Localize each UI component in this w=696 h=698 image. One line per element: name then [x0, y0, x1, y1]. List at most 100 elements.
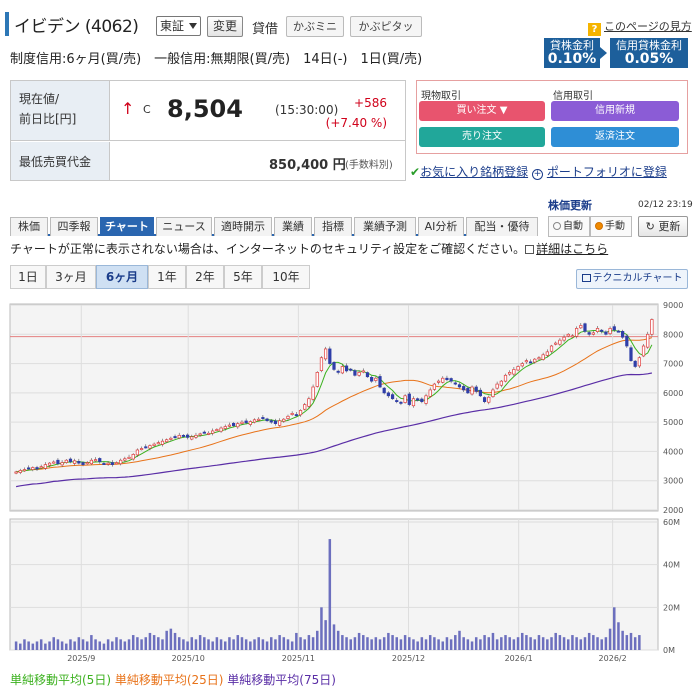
volume-tick-label: 40M: [663, 561, 680, 570]
tab-earnings[interactable]: 業績: [274, 217, 312, 236]
volume-bar: [165, 630, 168, 650]
volume-bar: [600, 639, 603, 650]
tab-disclosure[interactable]: 適時開示: [214, 217, 272, 236]
current-price: 8,504: [167, 95, 243, 123]
period-3m[interactable]: 3ヶ月: [46, 265, 96, 289]
tab-indicators[interactable]: 指標: [314, 217, 352, 236]
volume-bar: [35, 641, 39, 650]
tab-price[interactable]: 株価: [10, 217, 48, 236]
min-trade-row: 最低売買代金 850,400 円 (手数料別): [11, 142, 405, 180]
volume-bar: [31, 643, 35, 650]
refresh-button[interactable]: ↻ 更新: [638, 216, 688, 237]
volume-bar: [253, 639, 256, 650]
period-1y[interactable]: 1年: [148, 265, 186, 289]
volume-bar: [316, 630, 319, 650]
period-6m[interactable]: 6ヶ月: [96, 265, 148, 289]
candle-body: [64, 459, 68, 463]
external-link-icon: [525, 245, 535, 254]
up-arrow-icon: ↑: [121, 99, 135, 118]
candle-body: [637, 357, 641, 367]
candle-body: [420, 398, 424, 402]
candle-body: [600, 329, 604, 332]
candle-body: [349, 368, 353, 371]
help-link[interactable]: ? このページの見方: [588, 18, 692, 36]
stock-chart: 9000 8000 7000 6000 5000 4000 3000 2000 60M 40M 20…: [9, 301, 683, 663]
candle-body: [591, 332, 595, 335]
candle-body: [139, 448, 144, 451]
candle-body: [344, 365, 349, 372]
volume-bar: [495, 639, 499, 650]
period-10y[interactable]: 10年: [262, 265, 310, 289]
current-price-row: 現在値/前日比[円] ↑ C 8,504 (15:30:00) +586 (+7.…: [11, 81, 405, 141]
volume-bar: [311, 637, 315, 650]
candle-body: [27, 467, 31, 470]
volume-bar: [428, 635, 432, 650]
legend-ma5: 単純移動平均(5日): [10, 673, 111, 687]
volume-bar: [571, 635, 574, 650]
trade-panel: 現物取引 信用取引 買い注文 ▼ 信用新規 売り注文 返済注文: [416, 80, 688, 154]
volume-bar: [152, 635, 156, 650]
candle-body: [131, 454, 135, 460]
period-5y[interactable]: 5年: [224, 265, 262, 289]
candle-body: [298, 410, 303, 416]
auto-update-radio[interactable]: 自動: [548, 216, 590, 237]
candle-body: [35, 467, 39, 470]
volume-bar: [362, 635, 365, 650]
price-tick-label: 8000: [663, 330, 683, 339]
tab-dividend[interactable]: 配当・優待: [466, 217, 538, 236]
margin-lending-rate-badge[interactable]: 信用貸株金利 0.05%: [610, 38, 688, 68]
candle-body: [319, 357, 324, 371]
volume-bar: [27, 641, 30, 650]
margin-new-button[interactable]: 信用新規: [551, 101, 679, 121]
period-1d[interactable]: 1日: [10, 265, 46, 289]
volume-bar: [445, 637, 449, 650]
x-tick-label: 2025/10: [172, 654, 205, 663]
candle-body: [22, 469, 27, 472]
technical-chart-button[interactable]: テクニカルチャート: [576, 269, 688, 289]
candle-body: [185, 434, 190, 438]
favorite-register-link[interactable]: ✔お気に入り銘柄登録: [410, 163, 528, 180]
volume-bar: [85, 641, 89, 650]
candle-body: [541, 354, 545, 360]
candle-body: [81, 462, 85, 465]
volume-tick-label: 0M: [663, 646, 675, 655]
candle-body: [194, 434, 198, 438]
volume-bar: [90, 635, 93, 650]
tab-shikiho[interactable]: 四季報: [50, 217, 98, 236]
volume-bar: [420, 637, 424, 650]
volume-bar: [186, 641, 189, 650]
volume-bar: [537, 635, 541, 650]
candle-body: [278, 420, 282, 426]
volume-bar: [290, 641, 294, 650]
buy-order-button[interactable]: 買い注文 ▼: [419, 101, 545, 121]
tab-ai-analysis[interactable]: AI分析: [418, 217, 464, 236]
sell-order-button[interactable]: 売り注文: [419, 127, 545, 147]
chevron-down-icon: [189, 23, 197, 29]
volume-bar: [261, 639, 265, 650]
kabu-mini-button[interactable]: かぶミニ: [286, 16, 344, 37]
market-select[interactable]: 東証: [156, 16, 201, 36]
change-market-button[interactable]: 変更: [207, 16, 243, 37]
volume-bar: [550, 637, 553, 650]
details-link[interactable]: 詳細はこちら: [536, 242, 608, 256]
tab-forecast[interactable]: 業績予測: [354, 217, 416, 236]
tab-chart[interactable]: チャート: [100, 217, 154, 236]
candle-body: [307, 398, 311, 407]
kabu-pitta-button[interactable]: かぶピタッ: [350, 16, 422, 37]
volume-bar: [81, 639, 85, 650]
candle-body: [336, 370, 340, 373]
volume-bar: [286, 639, 290, 650]
manual-update-radio[interactable]: 手動: [590, 216, 632, 237]
x-tick-label: 2025/12: [392, 654, 425, 663]
portfolio-register-link[interactable]: + ポートフォリオに登録: [532, 163, 667, 180]
volume-bar: [182, 639, 185, 650]
volume-bar: [558, 635, 562, 650]
tab-news[interactable]: ニュース: [156, 217, 212, 236]
repay-order-button[interactable]: 返済注文: [551, 127, 679, 147]
period-2y[interactable]: 2年: [186, 265, 224, 289]
lending-rate-badge[interactable]: 貸株金利 0.10%: [544, 38, 607, 68]
candle-body: [202, 431, 206, 434]
volume-bar: [123, 641, 127, 650]
candle-body: [152, 443, 156, 446]
question-icon: ?: [588, 23, 601, 36]
